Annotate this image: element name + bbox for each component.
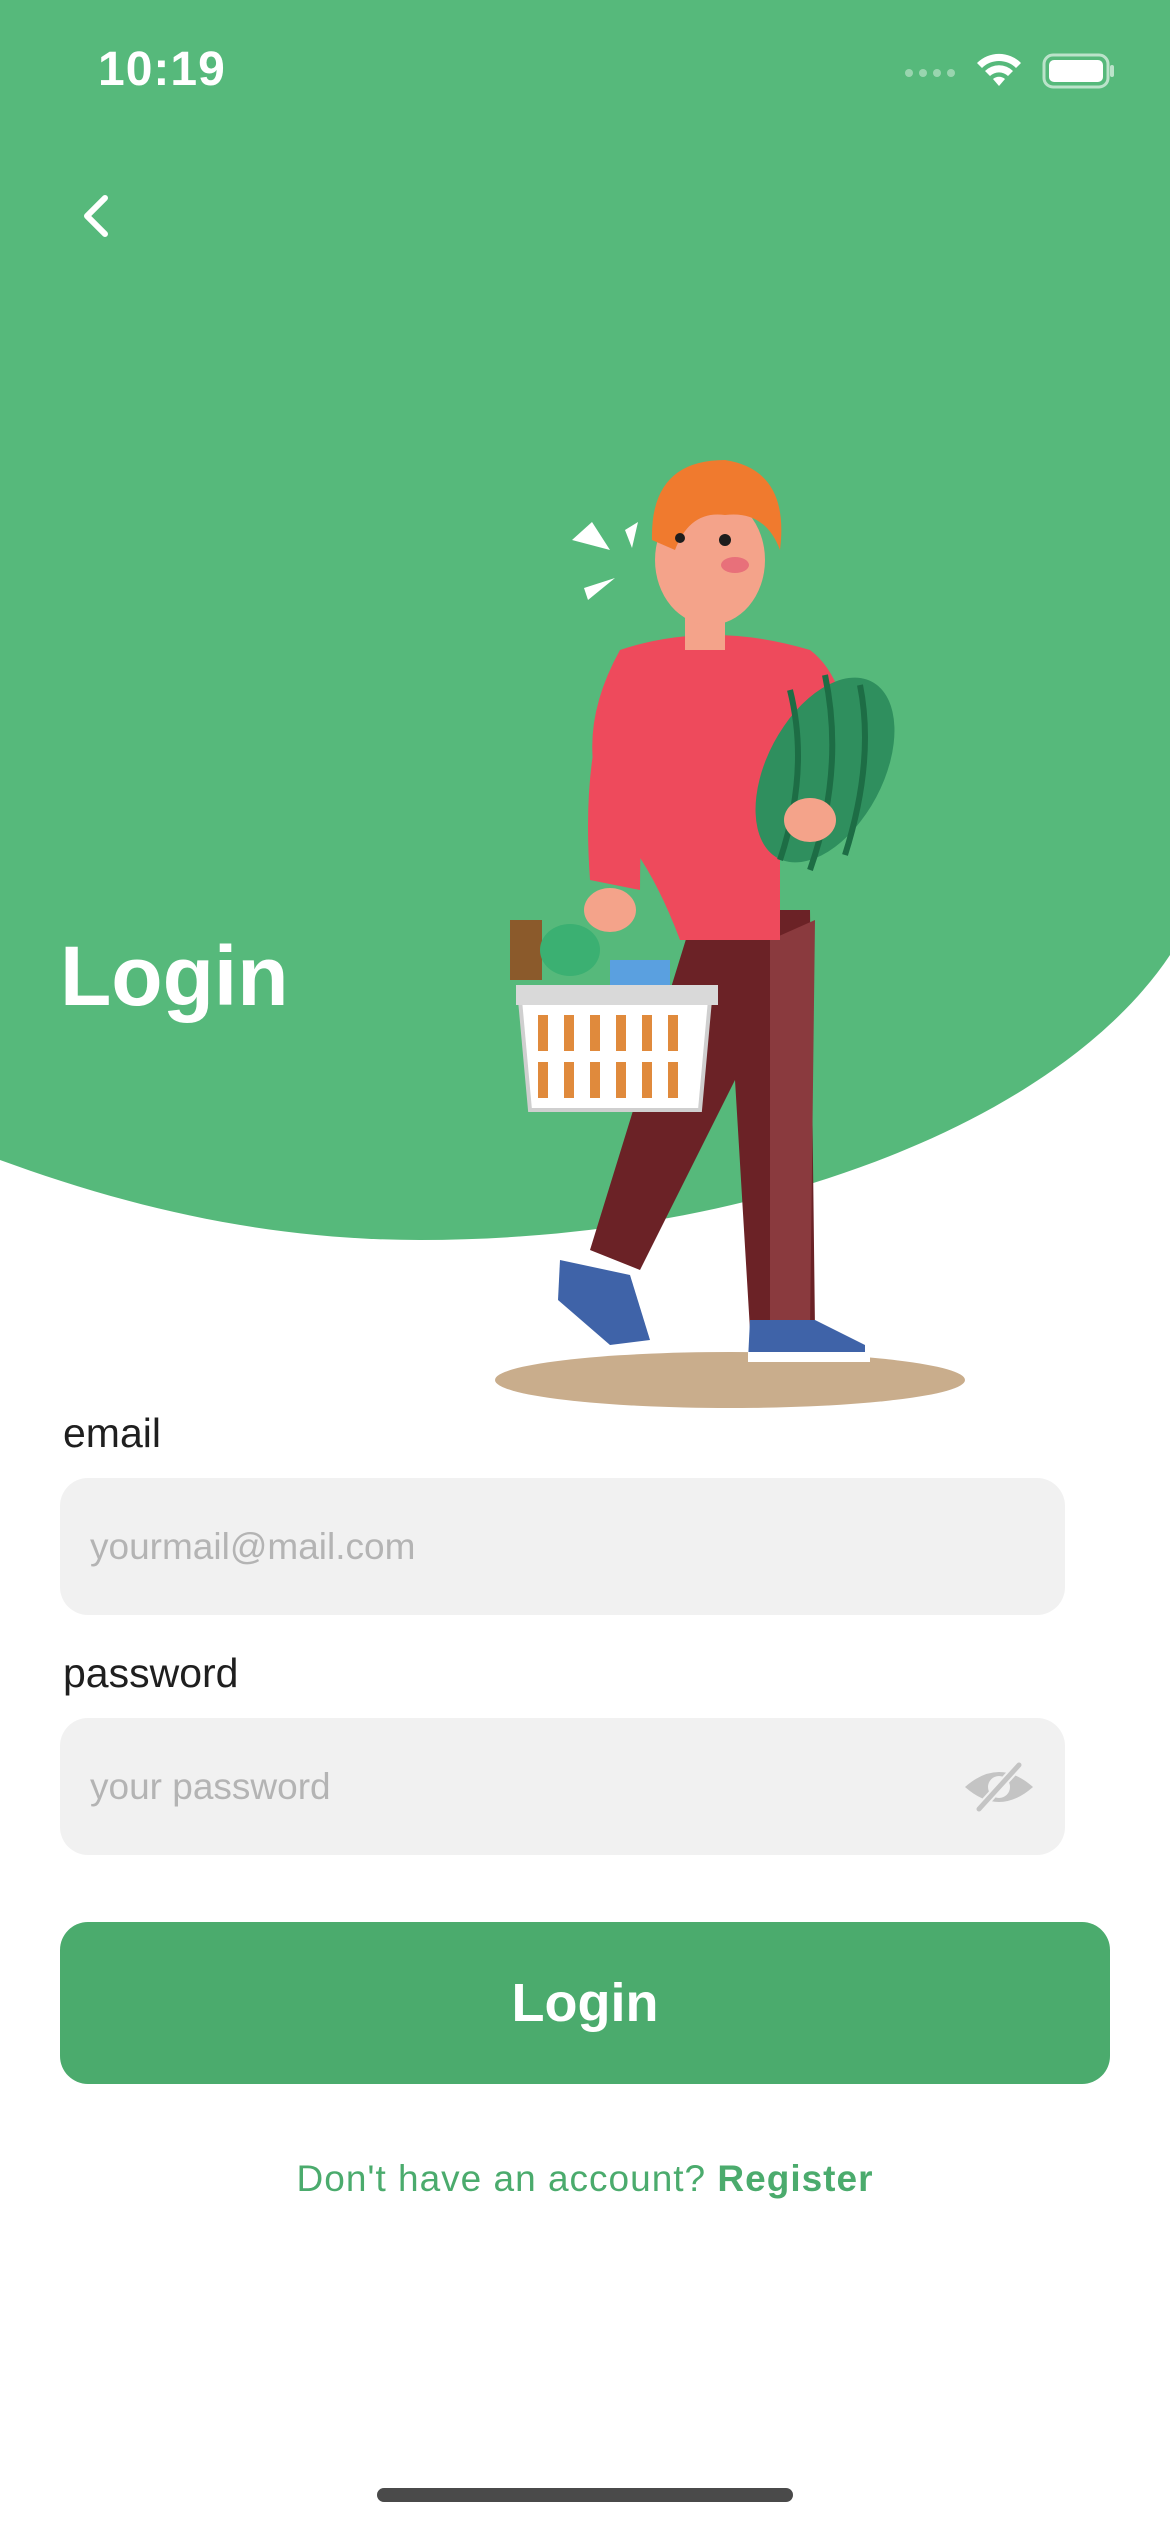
password-input[interactable] (88, 1764, 961, 1809)
email-field-container[interactable] (60, 1478, 1065, 1615)
email-input[interactable] (88, 1524, 1037, 1569)
register-prompt-text: Don't have an account? (296, 2158, 718, 2199)
status-time: 10:19 (98, 43, 226, 96)
wifi-icon (977, 53, 1021, 86)
register-link[interactable]: Register (717, 2158, 873, 2199)
password-label: password (63, 1650, 239, 1696)
chevron-left-icon (84, 195, 108, 237)
login-screen: 10:19 Login email yourmail@mail.com pass… (0, 0, 1170, 2532)
back-button[interactable] (66, 186, 126, 246)
page-title: Login (60, 929, 289, 1023)
login-button[interactable]: Login (60, 1922, 1110, 2084)
signal-icon (905, 69, 955, 77)
shopper-illustration (495, 460, 965, 1408)
register-prompt: Don't have an account? Register (0, 2158, 1170, 2200)
home-indicator[interactable] (377, 2488, 793, 2502)
battery-icon (1042, 53, 1114, 89)
eye-slash-icon (965, 1761, 1033, 1812)
status-icons (904, 52, 1116, 90)
email-label: email (63, 1410, 161, 1456)
password-field-container[interactable] (60, 1718, 1065, 1855)
password-visibility-toggle[interactable] (961, 1757, 1037, 1817)
